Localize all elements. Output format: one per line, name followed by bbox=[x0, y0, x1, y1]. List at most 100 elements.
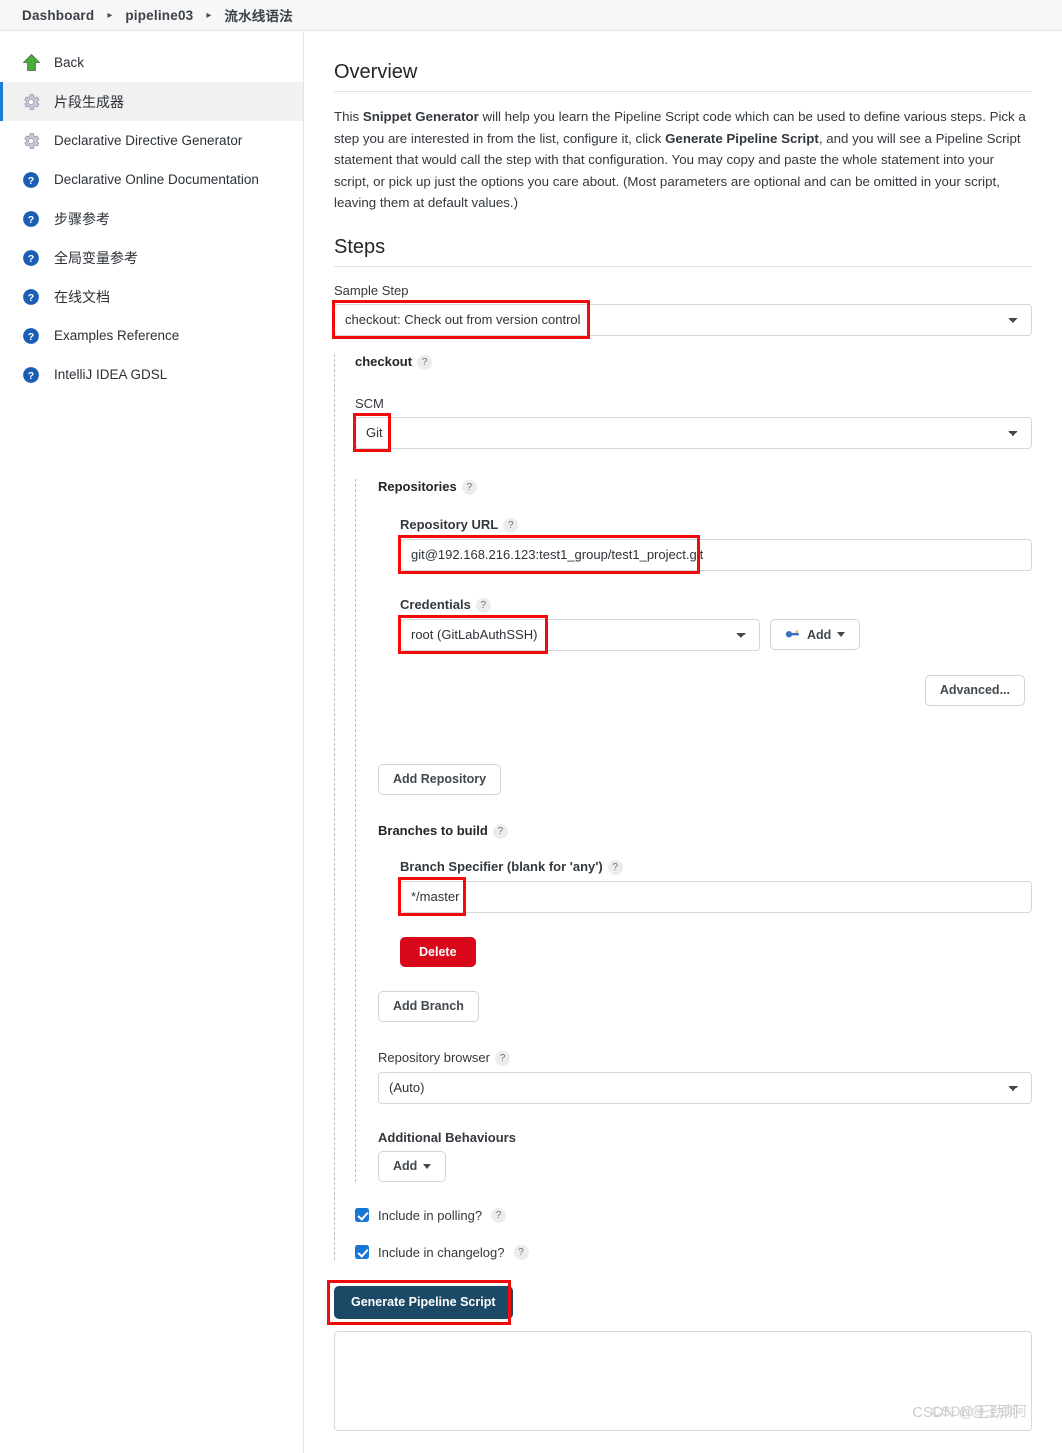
svg-text:?: ? bbox=[28, 252, 34, 264]
watermark-text-overlay: CSDN@王劲阿 bbox=[931, 1402, 1027, 1419]
svg-text:?: ? bbox=[28, 291, 34, 303]
repository-browser-label-row: Repository browser? bbox=[378, 1050, 1032, 1066]
repositories-label: Repositories bbox=[378, 478, 457, 494]
help-icon: ? bbox=[20, 247, 42, 269]
scm-select[interactable]: Git bbox=[355, 416, 1032, 449]
repository-browser-select[interactable]: (Auto) bbox=[378, 1071, 1032, 1104]
breadcrumb-separator-icon: ▸ bbox=[206, 9, 212, 21]
help-icon: ? bbox=[20, 364, 42, 386]
sidebar-item-label: Declarative Online Documentation bbox=[54, 172, 259, 187]
help-icon: ? bbox=[20, 286, 42, 308]
branches-block: Branches to build? Branch Specifier (bla… bbox=[378, 823, 1032, 1022]
generated-script-output[interactable]: CSDN @王劲阿 CSDN@王劲阿 bbox=[334, 1330, 1032, 1431]
repositories-block: Repositories? Repository URL? Credential… bbox=[355, 478, 1032, 1182]
include-changelog-checkbox[interactable] bbox=[355, 1245, 369, 1259]
add-credentials-button[interactable]: Add bbox=[770, 619, 861, 650]
help-icon[interactable]: ? bbox=[513, 1244, 529, 1260]
add-credentials-label: Add bbox=[807, 627, 832, 642]
include-polling-row[interactable]: Include in polling? ? bbox=[355, 1207, 1032, 1223]
help-icon[interactable]: ? bbox=[417, 354, 433, 370]
branches-to-build-label: Branches to build bbox=[378, 822, 488, 838]
include-changelog-row[interactable]: Include in changelog? ? bbox=[355, 1244, 1032, 1260]
main-content: Overview This Snippet Generator will hel… bbox=[304, 31, 1062, 1453]
help-icon[interactable]: ? bbox=[461, 479, 477, 495]
include-polling-label: Include in polling? bbox=[378, 1207, 483, 1223]
sidebar-item-declarative-online-documentation[interactable]: ? Declarative Online Documentation bbox=[0, 160, 303, 199]
add-branch-button[interactable]: Add Branch bbox=[378, 990, 479, 1022]
sidebar: Back 片段生成器 Declarative Directive Generat… bbox=[0, 31, 304, 1453]
breadcrumb-separator-icon: ▸ bbox=[107, 9, 113, 21]
additional-behaviours-label: Additional Behaviours bbox=[378, 1129, 516, 1145]
intro-bold-snippet-generator: Snippet Generator bbox=[362, 109, 479, 124]
sidebar-item-label: Examples Reference bbox=[54, 328, 180, 343]
help-icon: ? bbox=[20, 169, 42, 191]
gear-icon bbox=[20, 130, 42, 152]
generate-pipeline-script-button[interactable]: Generate Pipeline Script bbox=[334, 1285, 513, 1319]
help-icon[interactable]: ? bbox=[475, 597, 491, 613]
repository-browser-label: Repository browser bbox=[378, 1049, 490, 1065]
branch-entry: Branch Specifier (blank for 'any')? Dele… bbox=[378, 859, 1032, 1022]
sidebar-item-online-documentation[interactable]: ? 在线文档 bbox=[0, 277, 303, 316]
add-behaviour-label: Add bbox=[393, 1159, 418, 1173]
repository-entry: Repository URL? Credentials? root (GitLa… bbox=[378, 517, 1032, 795]
sidebar-item-global-variable-reference[interactable]: ? 全局变量参考 bbox=[0, 238, 303, 277]
sidebar-item-label: 全局变量参考 bbox=[54, 249, 138, 266]
sidebar-item-declarative-directive-generator[interactable]: Declarative Directive Generator bbox=[0, 121, 303, 160]
credentials-label-row: Credentials? bbox=[400, 597, 1032, 613]
include-changelog-label: Include in changelog? bbox=[378, 1244, 505, 1260]
sidebar-item-label: 片段生成器 bbox=[54, 93, 124, 110]
svg-text:?: ? bbox=[28, 174, 34, 186]
sidebar-item-snippet-generator[interactable]: 片段生成器 bbox=[0, 82, 303, 121]
sidebar-item-examples-reference[interactable]: ? Examples Reference bbox=[0, 316, 303, 355]
repository-url-input[interactable] bbox=[400, 538, 1032, 571]
page-body: Back 片段生成器 Declarative Directive Generat… bbox=[0, 31, 1062, 1453]
scm-label: SCM bbox=[355, 395, 384, 411]
include-polling-checkbox[interactable] bbox=[355, 1208, 369, 1222]
help-icon[interactable]: ? bbox=[491, 1207, 507, 1223]
branch-specifier-label-row: Branch Specifier (blank for 'any')? bbox=[400, 859, 1032, 875]
sample-step-select[interactable]: checkout: Check out from version control bbox=[334, 303, 1032, 336]
help-icon[interactable]: ? bbox=[495, 1050, 510, 1066]
help-icon[interactable]: ? bbox=[503, 517, 519, 533]
sidebar-item-steps-reference[interactable]: ? 步骤参考 bbox=[0, 199, 303, 238]
checkout-title-row: checkout? bbox=[355, 354, 1032, 370]
help-icon[interactable]: ? bbox=[492, 823, 508, 839]
svg-text:?: ? bbox=[28, 213, 34, 225]
sample-step-row: checkout: Check out from version control bbox=[332, 299, 1032, 339]
breadcrumb: Dashboard ▸ pipeline03 ▸ 流水线语法 bbox=[0, 0, 1062, 31]
breadcrumb-item-pipeline03[interactable]: pipeline03 bbox=[117, 8, 201, 23]
breadcrumb-item-dashboard[interactable]: Dashboard bbox=[14, 8, 102, 23]
sidebar-item-intellij-idea-gdsl[interactable]: ? IntelliJ IDEA GDSL bbox=[0, 355, 303, 394]
add-behaviour-button[interactable]: Add bbox=[378, 1150, 447, 1182]
checkout-block: checkout? SCM Git Repositories? Reposito… bbox=[334, 353, 1032, 1260]
chevron-down-icon bbox=[837, 632, 846, 637]
branch-specifier-row bbox=[398, 876, 1032, 916]
up-arrow-icon bbox=[20, 52, 42, 74]
credentials-select-wrap: root (GitLabAuthSSH) bbox=[398, 614, 760, 654]
delete-branch-row: Delete bbox=[400, 936, 1032, 967]
help-icon: ? bbox=[20, 208, 42, 230]
steps-heading: Steps bbox=[334, 236, 1032, 267]
delete-button[interactable]: Delete bbox=[400, 936, 476, 967]
scm-row: Git bbox=[353, 412, 1032, 452]
overview-paragraph: This Snippet Generator will help you lea… bbox=[334, 106, 1032, 214]
add-branch-row: Add Branch bbox=[378, 990, 1032, 1022]
breadcrumb-item-pipeline-syntax[interactable]: 流水线语法 bbox=[216, 5, 301, 25]
credentials-select[interactable]: root (GitLabAuthSSH) bbox=[400, 618, 760, 651]
sidebar-item-back[interactable]: Back bbox=[0, 43, 303, 82]
advanced-button[interactable]: Advanced... bbox=[924, 674, 1025, 706]
svg-text:?: ? bbox=[28, 330, 34, 342]
chevron-down-icon bbox=[423, 1163, 432, 1169]
repository-url-label-row: Repository URL? bbox=[400, 517, 1032, 533]
advanced-row: Advanced... bbox=[400, 674, 1032, 706]
gear-icon bbox=[20, 91, 42, 113]
add-repository-button[interactable]: Add Repository bbox=[378, 763, 502, 795]
page-title: Overview bbox=[334, 61, 1032, 92]
repository-url-label: Repository URL bbox=[400, 516, 499, 532]
branch-specifier-input[interactable] bbox=[400, 880, 1032, 913]
help-icon[interactable]: ? bbox=[607, 859, 623, 875]
sidebar-item-label: 在线文档 bbox=[54, 288, 110, 305]
repository-url-row bbox=[398, 534, 1032, 574]
intro-bold-generate-pipeline-script: Generate Pipeline Script bbox=[665, 130, 819, 146]
credentials-row: root (GitLabAuthSSH) Add bbox=[398, 614, 1032, 654]
